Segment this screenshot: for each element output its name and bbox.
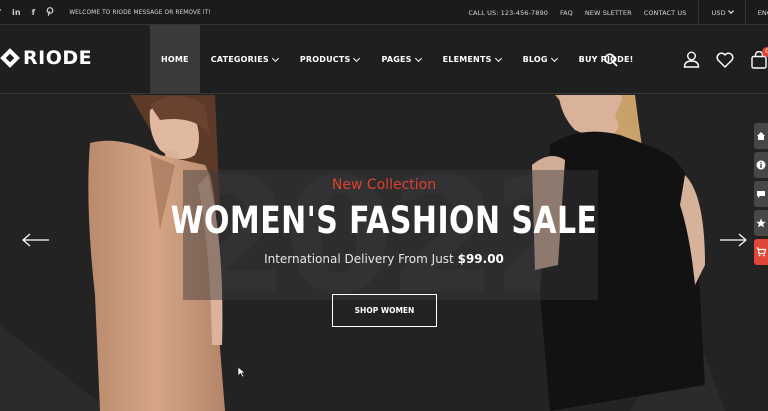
shop-women-label: SHOP WOMEN xyxy=(354,306,415,315)
hero-headline: WOMEN'S FASHION SALE xyxy=(170,199,598,242)
cart-icon xyxy=(756,247,766,257)
next-slide-arrow-icon[interactable] xyxy=(719,233,747,247)
top-bar-right: CALL US: 123-456-7890 FAQ NEW SLETTER CO… xyxy=(468,0,768,25)
social-partial-icon[interactable]: / xyxy=(0,8,1,17)
pinterest-icon[interactable] xyxy=(46,6,54,18)
nav-elements-label: ELEMENTS xyxy=(442,55,492,64)
divider xyxy=(744,0,746,25)
nav-elements[interactable]: ELEMENTS xyxy=(432,25,512,94)
facebook-icon[interactable]: f xyxy=(32,8,36,17)
side-favorite-button[interactable] xyxy=(754,210,768,236)
search-button[interactable] xyxy=(604,25,618,94)
nav-products[interactable]: PRODUCTS xyxy=(289,25,371,94)
top-bar-left: / in f WELCOME TO RIODE MESSAGE OR REMOV… xyxy=(0,6,211,18)
hero-slider: 2022 New Collection WOMEN'S FASHION SALE… xyxy=(0,95,768,411)
cart-button[interactable]: 0 xyxy=(750,25,768,94)
logo-mark-icon xyxy=(0,48,20,68)
chevron-down-icon xyxy=(494,54,502,62)
contact-link[interactable]: CONTACT US xyxy=(644,9,687,17)
shop-women-button[interactable]: SHOP WOMEN xyxy=(332,294,437,327)
faq-link[interactable]: FAQ xyxy=(560,9,573,17)
info-icon xyxy=(756,160,766,170)
divider xyxy=(698,0,700,25)
side-toolbar xyxy=(754,123,768,268)
chevron-down-icon xyxy=(414,54,422,62)
user-icon xyxy=(683,51,700,68)
mouse-cursor-icon xyxy=(237,366,246,378)
chevron-down-icon xyxy=(550,54,558,62)
chevron-down-icon xyxy=(727,8,734,14)
chevron-down-icon xyxy=(271,54,279,62)
welcome-message: WELCOME TO RIODE MESSAGE OR REMOVE IT! xyxy=(69,8,211,16)
side-chat-button[interactable] xyxy=(754,181,768,207)
nav-products-label: PRODUCTS xyxy=(299,55,351,64)
nav-blog[interactable]: BLOG xyxy=(512,25,568,94)
currency-select[interactable]: USD xyxy=(711,8,734,17)
linkedin-icon[interactable]: in xyxy=(12,8,21,17)
cart-count-badge: 0 xyxy=(762,47,768,57)
side-home-button[interactable] xyxy=(754,123,768,149)
nav-pages[interactable]: PAGES xyxy=(370,25,431,94)
nav-home-label: HOME xyxy=(161,55,189,64)
hero-delivery-text: International Delivery From Just $99.00 xyxy=(0,252,768,266)
home-icon xyxy=(757,132,765,140)
wishlist-button[interactable] xyxy=(716,25,734,94)
prev-slide-arrow-icon[interactable] xyxy=(22,233,50,247)
account-button[interactable] xyxy=(683,25,700,94)
phone-number: CALL US: 123-456-7890 xyxy=(468,8,548,17)
delivery-price: $99.00 xyxy=(457,252,504,266)
language-select[interactable]: ENG xyxy=(758,9,768,17)
side-info-button[interactable] xyxy=(754,152,768,178)
side-cart-button[interactable] xyxy=(754,239,768,265)
heart-icon xyxy=(716,52,734,68)
hero-subheading: New Collection xyxy=(331,177,437,193)
delivery-label: International Delivery From Just xyxy=(264,252,454,266)
logo-text: RIODE xyxy=(23,47,93,69)
currency-value: USD xyxy=(711,8,726,17)
chat-icon xyxy=(757,191,765,198)
nav-categories[interactable]: CATEGORIES xyxy=(200,25,289,94)
main-nav: HOME CATEGORIES PRODUCTS PAGES ELEMENTS … xyxy=(150,25,645,94)
newsletter-link[interactable]: NEW SLETTER xyxy=(585,9,632,17)
nav-blog-label: BLOG xyxy=(522,55,548,64)
main-header: RIODE HOME CATEGORIES PRODUCTS PAGES ELE… xyxy=(0,25,768,94)
nav-home[interactable]: HOME xyxy=(150,25,200,94)
top-bar: / in f WELCOME TO RIODE MESSAGE OR REMOV… xyxy=(0,0,768,25)
logo[interactable]: RIODE xyxy=(0,47,92,69)
nav-pages-label: PAGES xyxy=(381,55,412,64)
star-icon xyxy=(756,218,766,228)
search-icon xyxy=(604,53,618,67)
nav-categories-label: CATEGORIES xyxy=(210,55,269,64)
chevron-down-icon xyxy=(353,54,361,62)
